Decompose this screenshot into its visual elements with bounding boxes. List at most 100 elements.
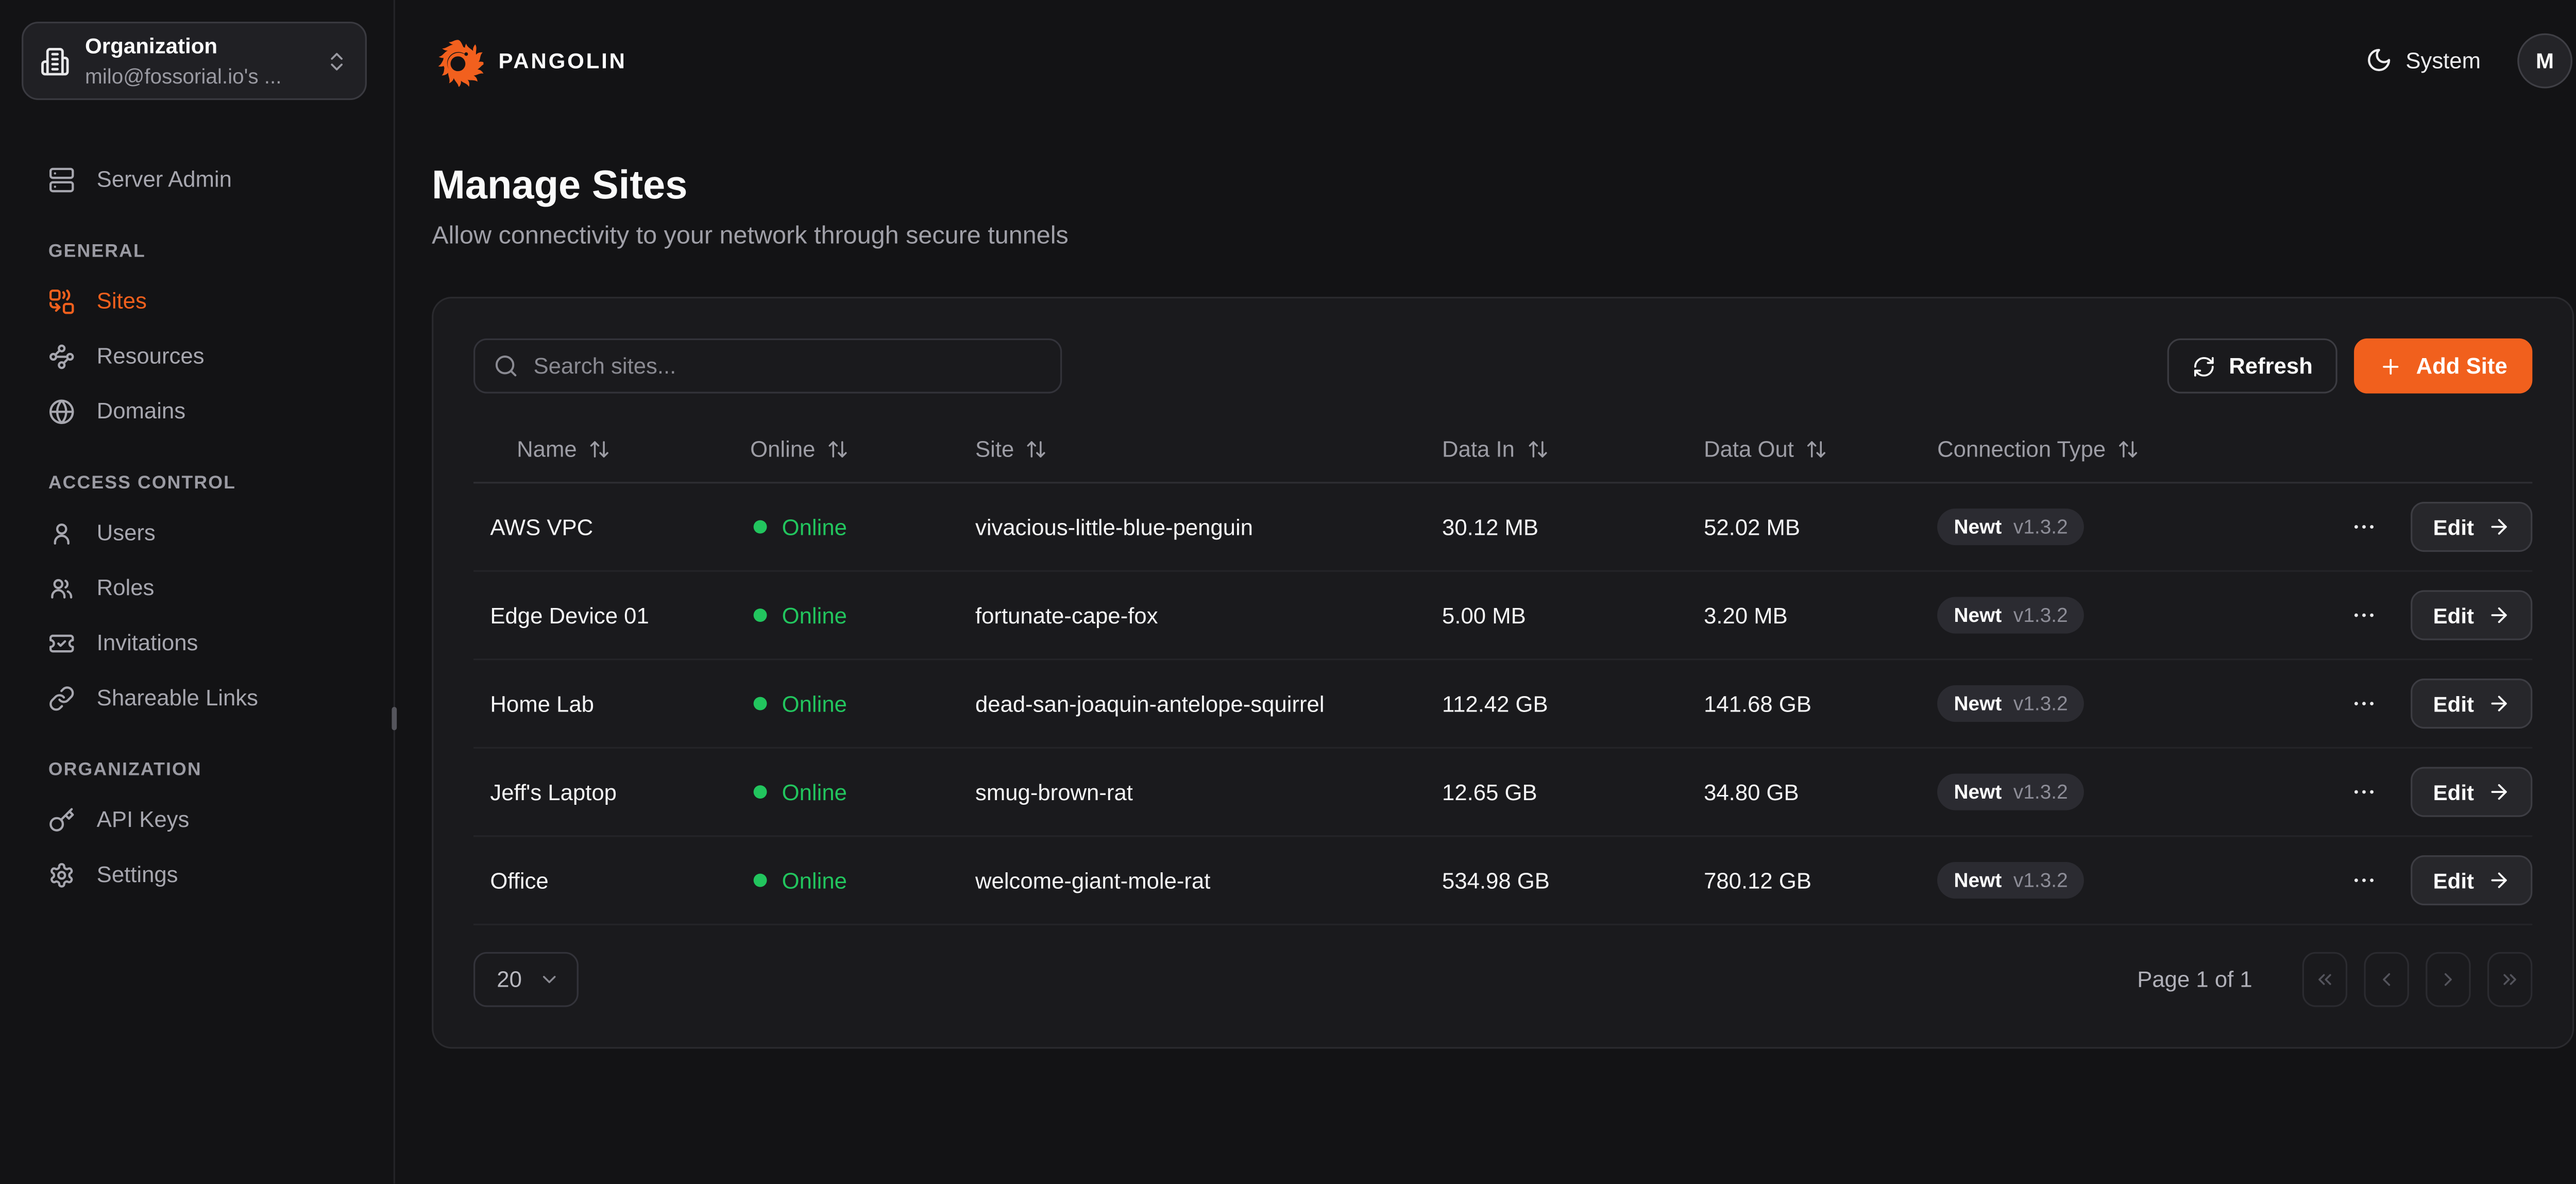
org-selector[interactable]: Organization milo@fossorial.io's ... bbox=[22, 22, 367, 100]
sidebar-item-label: Domains bbox=[97, 398, 185, 424]
sort-icon bbox=[1527, 438, 1548, 460]
ticket-check-icon bbox=[48, 630, 75, 656]
sites-combine-icon bbox=[48, 287, 75, 314]
site-tunnel-name: dead-san-joaquin-antelope-squirrel bbox=[975, 691, 1442, 716]
sidebar-item-label: Sites bbox=[97, 289, 147, 314]
online-status-text: Online bbox=[782, 691, 847, 716]
sidebar-item-invitations[interactable]: Invitations bbox=[0, 615, 394, 670]
sidebar-section-organization: ORGANIZATION bbox=[0, 760, 394, 781]
arrow-right-icon bbox=[2487, 692, 2511, 715]
edit-button[interactable]: Edit bbox=[2412, 590, 2533, 640]
chevrons-left-icon bbox=[2314, 969, 2335, 990]
sidebar-item-label: API Keys bbox=[97, 807, 190, 832]
column-header-data-in[interactable]: Data In bbox=[1442, 437, 1704, 462]
sidebar-item-label: Shareable Links bbox=[97, 685, 258, 711]
edit-button[interactable]: Edit bbox=[2412, 679, 2533, 729]
online-status-dot bbox=[754, 697, 767, 711]
arrow-right-icon bbox=[2487, 869, 2511, 892]
chevrons-right-icon bbox=[2499, 969, 2521, 990]
sidebar-item-label: Resources bbox=[97, 344, 205, 369]
data-in-value: 534.98 GB bbox=[1442, 868, 1704, 893]
table-header-row: Name Online Site Data In bbox=[473, 417, 2532, 483]
last-page-button[interactable] bbox=[2487, 952, 2532, 1007]
connection-type-badge: Newt v1.3.2 bbox=[1937, 685, 2084, 722]
theme-toggle[interactable]: System bbox=[2366, 47, 2481, 74]
page-size-value: 20 bbox=[497, 967, 522, 992]
column-header-online[interactable]: Online bbox=[750, 437, 975, 462]
chevron-down-icon bbox=[538, 969, 560, 990]
ellipsis-icon bbox=[2351, 867, 2378, 894]
sidebar-item-sites[interactable]: Sites bbox=[0, 274, 394, 329]
sidebar-item-resources[interactable]: Resources bbox=[0, 328, 394, 383]
search-input[interactable] bbox=[533, 353, 1042, 379]
online-status-text: Online bbox=[782, 780, 847, 805]
sort-icon bbox=[827, 438, 849, 460]
data-in-value: 5.00 MB bbox=[1442, 603, 1704, 628]
online-status-dot bbox=[754, 874, 767, 887]
row-more-options-button[interactable] bbox=[2348, 864, 2382, 897]
plus-icon bbox=[2379, 354, 2402, 378]
org-selector-value: milo@fossorial.io's ... bbox=[85, 64, 281, 88]
ellipsis-icon bbox=[2351, 602, 2378, 629]
refresh-icon bbox=[2192, 354, 2215, 378]
page-info: Page 1 of 1 bbox=[2137, 967, 2252, 992]
arrow-right-icon bbox=[2487, 515, 2511, 538]
connection-type-badge: Newt v1.3.2 bbox=[1937, 597, 2084, 633]
ellipsis-icon bbox=[2351, 690, 2378, 717]
sort-icon bbox=[1026, 438, 1047, 460]
sidebar-resize-handle[interactable] bbox=[392, 707, 397, 730]
sidebar-item-label: Server Admin bbox=[97, 167, 232, 192]
sidebar-item-users[interactable]: Users bbox=[0, 505, 394, 560]
row-more-options-button[interactable] bbox=[2348, 510, 2382, 544]
row-more-options-button[interactable] bbox=[2348, 687, 2382, 720]
search-icon bbox=[494, 353, 519, 379]
data-out-value: 141.68 GB bbox=[1704, 691, 1937, 716]
column-header-site[interactable]: Site bbox=[975, 437, 1442, 462]
data-in-value: 112.42 GB bbox=[1442, 691, 1704, 716]
page-size-select[interactable]: 20 bbox=[473, 952, 579, 1007]
server-icon bbox=[48, 166, 75, 193]
arrow-right-icon bbox=[2487, 780, 2511, 803]
data-in-value: 30.12 MB bbox=[1442, 514, 1704, 539]
pangolin-logo-icon bbox=[432, 34, 483, 86]
sort-icon bbox=[588, 438, 610, 460]
data-out-value: 52.02 MB bbox=[1704, 514, 1937, 539]
avatar[interactable]: M bbox=[2517, 32, 2572, 88]
brand-name: PANGOLIN bbox=[499, 47, 627, 73]
sidebar-item-shareable-links[interactable]: Shareable Links bbox=[0, 670, 394, 725]
sidebar-item-settings[interactable]: Settings bbox=[0, 847, 394, 902]
sidebar-item-label: Settings bbox=[97, 862, 178, 887]
add-site-button[interactable]: Add Site bbox=[2354, 339, 2532, 394]
table-row: Edge Device 01 Online fortunate-cape-fox… bbox=[473, 572, 2532, 661]
chevron-left-icon bbox=[2376, 969, 2397, 990]
key-icon bbox=[48, 806, 75, 833]
site-tunnel-name: vivacious-little-blue-penguin bbox=[975, 514, 1442, 539]
edit-button[interactable]: Edit bbox=[2412, 502, 2533, 552]
previous-page-button[interactable] bbox=[2364, 952, 2409, 1007]
sidebar-item-label: Users bbox=[97, 520, 156, 546]
globe-icon bbox=[48, 398, 75, 425]
column-header-data-out[interactable]: Data Out bbox=[1704, 437, 1937, 462]
refresh-button[interactable]: Refresh bbox=[2167, 339, 2338, 394]
column-header-connection-type[interactable]: Connection Type bbox=[1937, 437, 2329, 462]
users-icon bbox=[48, 574, 75, 601]
edit-button[interactable]: Edit bbox=[2412, 767, 2533, 817]
row-more-options-button[interactable] bbox=[2348, 599, 2382, 632]
sidebar-item-domains[interactable]: Domains bbox=[0, 383, 394, 438]
search-box bbox=[473, 339, 1062, 394]
sidebar-item-roles[interactable]: Roles bbox=[0, 560, 394, 615]
column-header-name[interactable]: Name bbox=[473, 437, 750, 462]
sites-card: Refresh Add Site Name Online bbox=[432, 297, 2574, 1048]
sidebar-section-access-control: ACCESS CONTROL bbox=[0, 473, 394, 494]
sidebar-item-api-keys[interactable]: API Keys bbox=[0, 792, 394, 847]
first-page-button[interactable] bbox=[2302, 952, 2347, 1007]
site-tunnel-name: smug-brown-rat bbox=[975, 780, 1442, 805]
chevron-right-icon bbox=[2437, 969, 2459, 990]
org-selector-label: Organization bbox=[85, 32, 217, 58]
next-page-button[interactable] bbox=[2426, 952, 2470, 1007]
edit-button[interactable]: Edit bbox=[2412, 855, 2533, 905]
site-name: Home Lab bbox=[473, 691, 750, 716]
sidebar-item-server-admin[interactable]: Server Admin bbox=[0, 151, 394, 207]
row-more-options-button[interactable] bbox=[2348, 775, 2382, 809]
page-heading: Manage Sites Allow connectivity to your … bbox=[395, 120, 2576, 253]
